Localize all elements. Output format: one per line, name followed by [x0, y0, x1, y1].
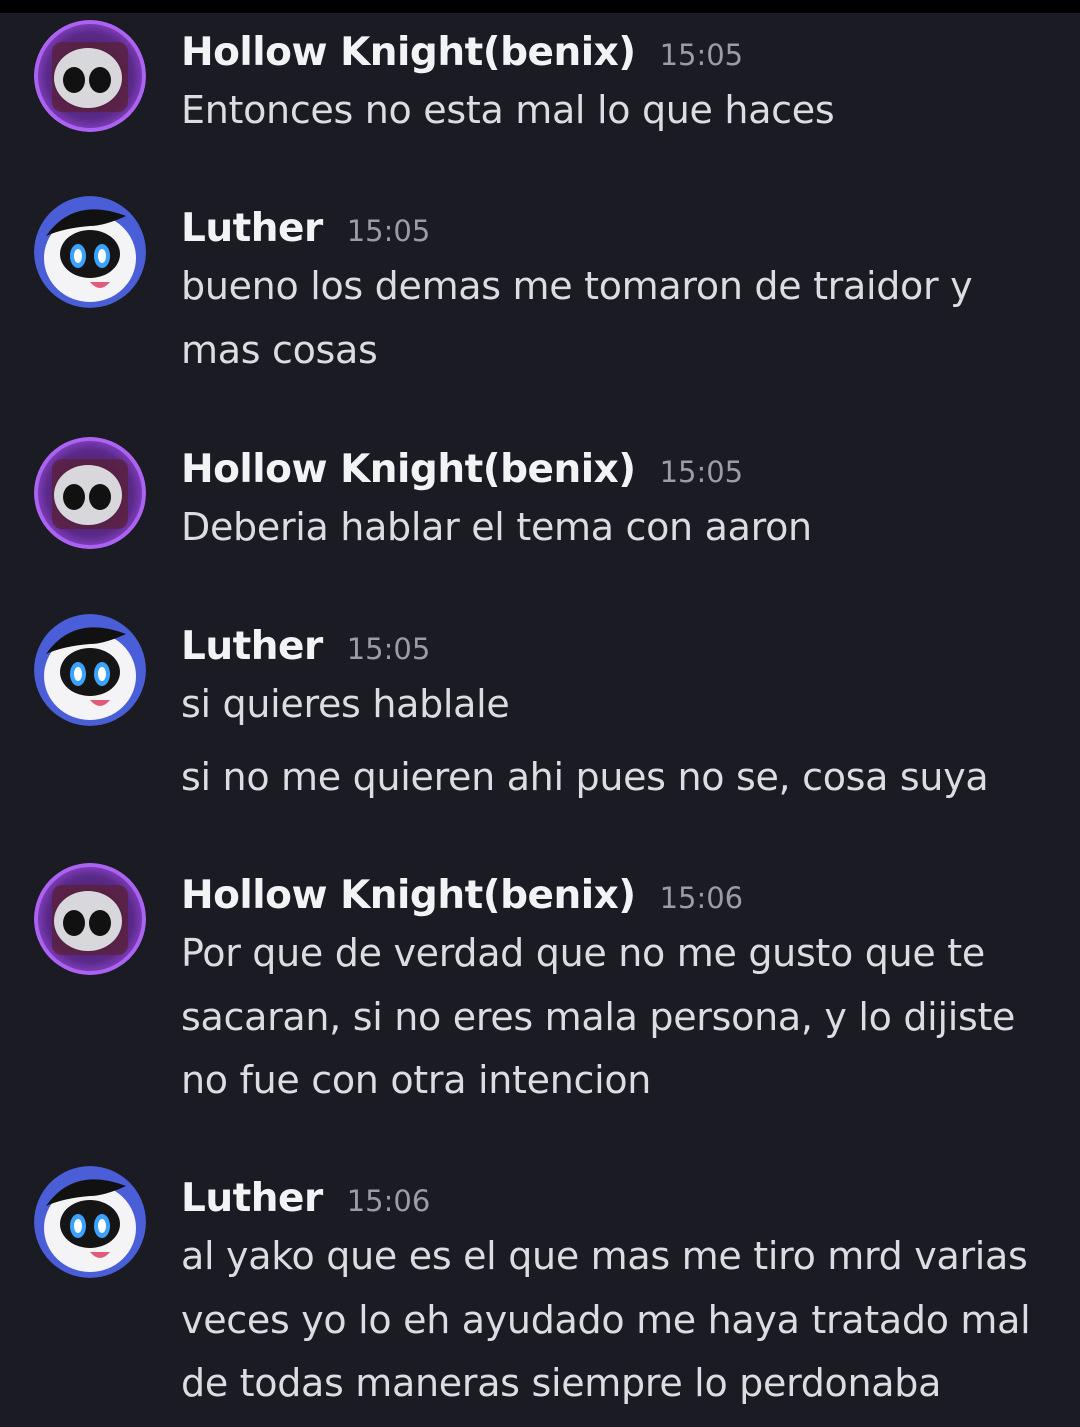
- luther-avatar-icon[interactable]: [34, 196, 146, 308]
- message-text: bueno los demas me tomaron de traidor y: [181, 264, 973, 308]
- status-bar-edge: [0, 0, 1080, 13]
- timestamp: 15:05: [346, 214, 431, 248]
- message-text: de todas maneras siempre lo perdonaba: [181, 1361, 942, 1405]
- author-name[interactable]: Hollow Knight(benix): [181, 447, 636, 492]
- timestamp: 15:06: [346, 1184, 431, 1218]
- message-text: mas cosas: [181, 328, 378, 372]
- author-name[interactable]: Luther: [181, 206, 323, 251]
- luther-avatar-icon[interactable]: [34, 614, 146, 726]
- timestamp: 15:05: [346, 632, 431, 666]
- hollow-knight-avatar-icon[interactable]: [34, 863, 146, 975]
- message-text: Por que de verdad que no me gusto que te: [181, 931, 985, 975]
- message-text: no fue con otra intencion: [181, 1058, 652, 1102]
- luther-avatar-icon[interactable]: [34, 1166, 146, 1278]
- message-text: Entonces no esta mal lo que haces: [181, 88, 835, 132]
- message-text: si no me quieren ahi pues no se, cosa su…: [181, 755, 989, 799]
- author-name[interactable]: Hollow Knight(benix): [181, 30, 636, 75]
- author-name[interactable]: Luther: [181, 624, 323, 669]
- hollow-knight-avatar-icon[interactable]: [34, 437, 146, 549]
- hollow-knight-avatar-icon[interactable]: [34, 20, 146, 132]
- author-name[interactable]: Luther: [181, 1176, 323, 1221]
- message-text: sacaran, si no eres mala persona, y lo d…: [181, 995, 1016, 1039]
- message-text: veces yo lo eh ayudado me haya tratado m…: [181, 1298, 1031, 1342]
- message-text: si quieres hablale: [181, 682, 510, 726]
- message-text: al yako que es el que mas me tiro mrd va…: [181, 1234, 1028, 1278]
- timestamp: 15:06: [659, 881, 744, 915]
- message-text: Deberia hablar el tema con aaron: [181, 505, 812, 549]
- author-name[interactable]: Hollow Knight(benix): [181, 873, 636, 918]
- timestamp: 15:05: [659, 455, 744, 489]
- timestamp: 15:05: [659, 38, 744, 72]
